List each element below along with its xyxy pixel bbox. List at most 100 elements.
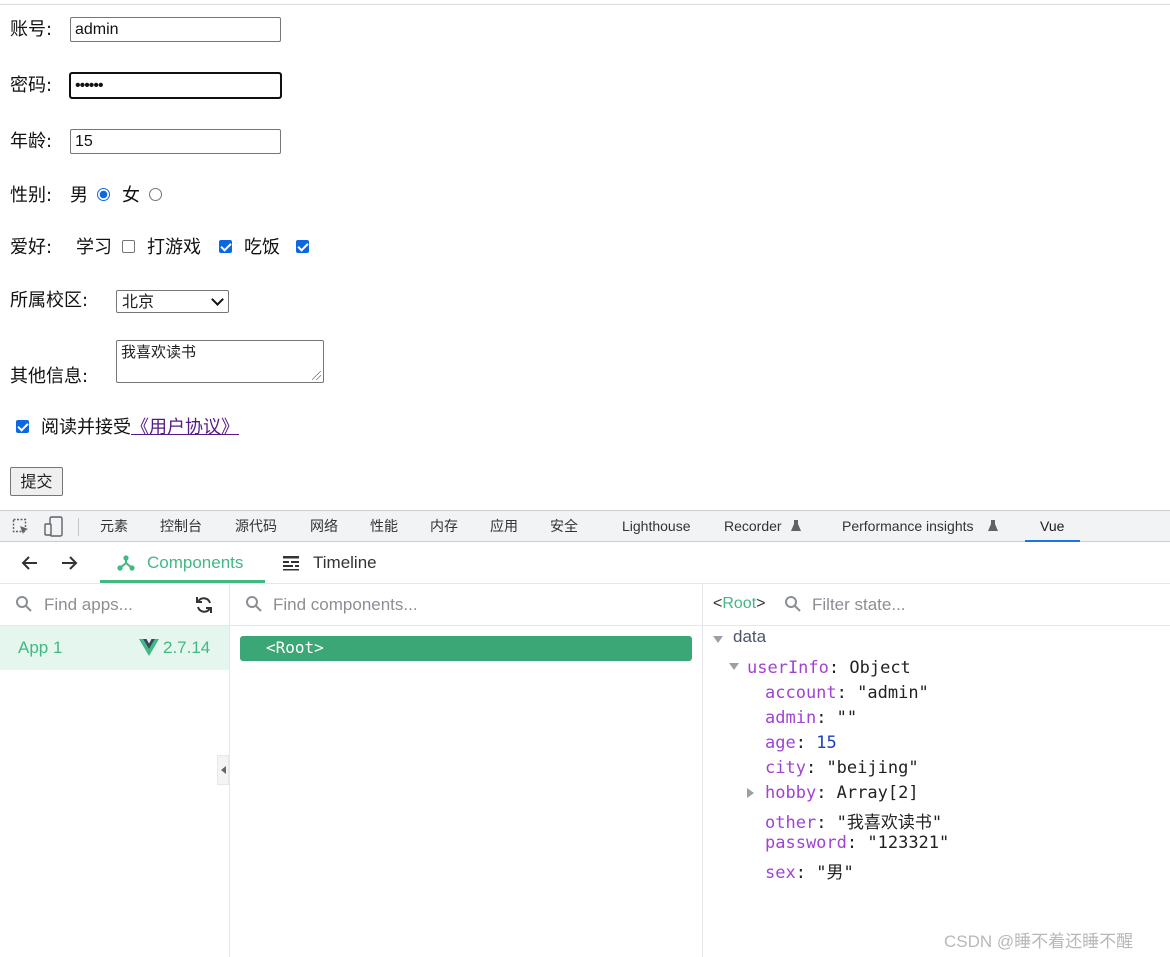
caret-down-icon[interactable] bbox=[713, 636, 723, 643]
apps-search-input[interactable]: Find apps... bbox=[44, 595, 133, 615]
app-list-item[interactable]: App 1 2.7.14 bbox=[0, 626, 229, 670]
tab-security[interactable]: 安全 bbox=[550, 511, 578, 542]
components-search-input[interactable]: Find components... bbox=[273, 595, 418, 615]
state-field-row[interactable]: sex: "男" bbox=[765, 858, 854, 883]
components-tab-indicator bbox=[100, 580, 265, 583]
age-label: 年龄: bbox=[10, 131, 53, 152]
hobby-checkbox-study[interactable] bbox=[122, 240, 135, 253]
age-input[interactable]: 15 bbox=[70, 129, 281, 154]
state-key: sex bbox=[765, 863, 796, 883]
active-tab-indicator bbox=[1025, 540, 1080, 542]
city-select-value: 北京 bbox=[122, 292, 155, 311]
state-key: hobby bbox=[765, 783, 817, 803]
caret-down-icon[interactable] bbox=[729, 663, 739, 670]
state-value: "男" bbox=[816, 863, 854, 883]
tab-recorder[interactable]: Recorder bbox=[724, 511, 782, 542]
root-component-label: <Root> bbox=[266, 638, 324, 657]
other-textarea[interactable]: 我喜欢读书 bbox=[116, 340, 324, 383]
app-name: App 1 bbox=[18, 638, 63, 657]
tab-elements[interactable]: 元素 bbox=[100, 511, 128, 542]
password-input[interactable]: •••••• bbox=[69, 72, 282, 99]
state-key: userInfo bbox=[747, 658, 829, 678]
state-section-title: data bbox=[733, 627, 767, 646]
state-field-row[interactable]: age: 15 bbox=[765, 733, 837, 753]
experimental-flask-icon bbox=[791, 520, 801, 531]
chevron-down-icon bbox=[211, 293, 224, 306]
state-value: "" bbox=[836, 708, 858, 728]
components-tree-icon bbox=[117, 555, 135, 571]
sex-option-female-label: 女 bbox=[122, 185, 140, 206]
caret-right-icon[interactable] bbox=[747, 788, 754, 798]
inspect-element-icon[interactable] bbox=[12, 518, 30, 536]
other-textarea-value: 我喜欢读书 bbox=[121, 343, 197, 361]
state-value: 15 bbox=[816, 733, 837, 753]
state-field-row[interactable]: other: "我喜欢读书" bbox=[765, 808, 942, 833]
pane-divider[interactable] bbox=[702, 584, 703, 957]
hobby-option-label: 打游戏 bbox=[147, 237, 201, 258]
refresh-icon[interactable] bbox=[194, 595, 214, 615]
state-field-row[interactable]: admin: "" bbox=[765, 708, 857, 728]
chevron-left-icon bbox=[221, 766, 226, 774]
account-label: 账号: bbox=[10, 19, 53, 40]
account-input[interactable]: admin bbox=[70, 17, 281, 42]
user-agreement-link[interactable]: 《用户协议》 bbox=[131, 417, 239, 438]
tab-application[interactable]: 应用 bbox=[490, 511, 518, 542]
device-toggle-icon[interactable] bbox=[44, 516, 64, 537]
back-arrow-icon[interactable] bbox=[21, 554, 39, 572]
state-field-row[interactable]: hobby: Array[2] bbox=[765, 783, 919, 803]
tab-performance-insights[interactable]: Performance insights bbox=[842, 511, 974, 542]
state-field-row[interactable]: city: "beijing" bbox=[765, 758, 919, 778]
tab-console[interactable]: 控制台 bbox=[160, 511, 202, 542]
pane-divider[interactable] bbox=[229, 584, 230, 957]
submit-button[interactable]: 提交 bbox=[10, 467, 63, 496]
forward-arrow-icon[interactable] bbox=[60, 554, 78, 572]
tab-lighthouse[interactable]: Lighthouse bbox=[622, 511, 691, 542]
timeline-icon bbox=[283, 556, 299, 571]
vue-logo-icon bbox=[139, 639, 159, 656]
city-select[interactable]: 北京 bbox=[116, 290, 229, 313]
sex-label: 性别: bbox=[10, 185, 53, 206]
state-field-row[interactable]: account: "admin" bbox=[765, 683, 929, 703]
tab-memory[interactable]: 内存 bbox=[430, 511, 458, 542]
tab-vue[interactable]: Vue bbox=[1040, 511, 1064, 542]
tab-timeline[interactable]: Timeline bbox=[313, 553, 377, 573]
top-divider bbox=[0, 4, 1170, 5]
state-key: other bbox=[765, 813, 817, 833]
sex-option-male-label: 男 bbox=[70, 185, 88, 206]
selected-component-tag: <Root> bbox=[713, 595, 766, 612]
password-label: 密码: bbox=[10, 75, 53, 96]
state-field-row[interactable]: password: "123321" bbox=[765, 833, 949, 853]
search-icon bbox=[246, 596, 262, 612]
hobby-label: 爱好: bbox=[10, 237, 53, 258]
state-value: Array[2] bbox=[836, 783, 919, 803]
state-object-row[interactable]: userInfo: Object bbox=[747, 658, 911, 678]
state-key: account bbox=[765, 683, 837, 703]
hobby-option-label: 学习 bbox=[76, 237, 112, 258]
tab-components[interactable]: Components bbox=[147, 553, 243, 573]
hobby-checkbox-game[interactable] bbox=[219, 240, 232, 253]
watermark: CSDN @睡不着还睡不醒 bbox=[944, 932, 1134, 951]
agree-checkbox[interactable] bbox=[16, 420, 29, 433]
app-version: 2.7.14 bbox=[163, 638, 211, 657]
tab-network[interactable]: 网络 bbox=[310, 511, 338, 542]
state-key: age bbox=[765, 733, 796, 753]
sex-radio-female[interactable] bbox=[149, 188, 162, 201]
state-type: Object bbox=[849, 658, 911, 678]
state-filter-input[interactable]: Filter state... bbox=[812, 595, 906, 615]
experimental-flask-icon bbox=[988, 520, 998, 531]
toolbar-divider bbox=[78, 518, 79, 536]
state-value: "beijing" bbox=[826, 758, 919, 778]
hobby-checkbox-eat[interactable] bbox=[296, 240, 309, 253]
state-value: "我喜欢读书" bbox=[836, 813, 943, 833]
sex-radio-male[interactable] bbox=[97, 188, 110, 201]
tab-performance[interactable]: 性能 bbox=[370, 511, 398, 542]
state-value: "admin" bbox=[857, 683, 929, 703]
resize-grip-icon[interactable] bbox=[312, 371, 321, 380]
devtools-toolbar: 元素 控制台 源代码 网络 性能 内存 应用 安全 Lighthouse Rec… bbox=[0, 510, 1170, 542]
other-label: 其他信息: bbox=[10, 366, 89, 387]
agree-text: 阅读并接受《用户协议》 bbox=[41, 417, 239, 439]
state-key: city bbox=[765, 758, 806, 778]
component-tree-item[interactable]: <Root> bbox=[240, 636, 692, 661]
collapse-pane-handle[interactable] bbox=[217, 755, 229, 785]
tab-sources[interactable]: 源代码 bbox=[235, 511, 277, 542]
